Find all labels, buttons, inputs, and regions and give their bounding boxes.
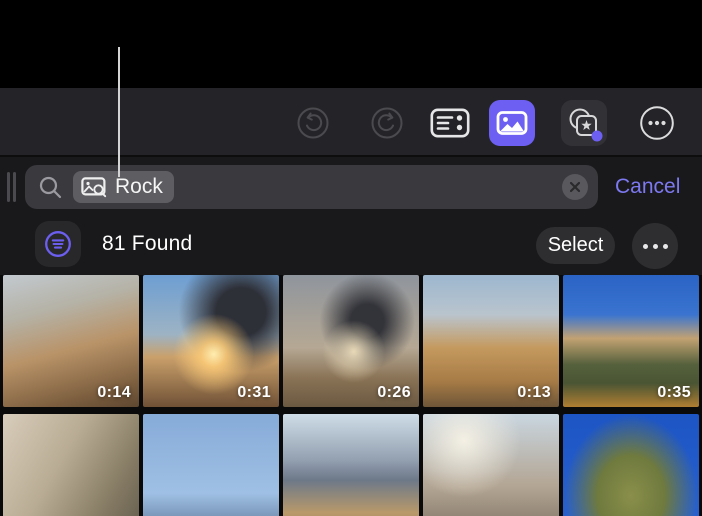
clip-settings-button[interactable] xyxy=(430,108,470,138)
video-thumbnail[interactable]: 0:26 xyxy=(283,275,419,407)
search-token-rock[interactable]: Rock xyxy=(73,171,174,203)
search-panel: Rock Cancel 81 Found Select xyxy=(0,157,702,275)
video-thumbnail[interactable]: 0:14 xyxy=(3,275,139,407)
redo-button[interactable] xyxy=(370,106,404,140)
clear-search-button[interactable] xyxy=(562,174,588,200)
redo-icon xyxy=(370,106,404,140)
thumbnail-grid: 0:14 0:31 0:26 0:13 0:35 xyxy=(0,275,702,516)
filter-button[interactable] xyxy=(35,221,81,267)
video-thumbnail[interactable] xyxy=(283,414,419,516)
video-thumbnail[interactable] xyxy=(423,414,559,516)
undo-button[interactable] xyxy=(296,106,330,140)
clear-x-icon xyxy=(562,174,588,200)
video-thumbnail[interactable]: 0:13 xyxy=(423,275,559,407)
video-thumbnail[interactable] xyxy=(143,414,279,516)
duration-badge: 0:35 xyxy=(657,384,691,401)
video-thumbnail[interactable] xyxy=(3,414,139,516)
duration-badge: 0:13 xyxy=(517,384,551,401)
duration-badge: 0:14 xyxy=(97,384,131,401)
results-more-button[interactable] xyxy=(632,223,678,269)
clip-settings-icon xyxy=(430,108,470,138)
video-thumbnail[interactable]: 0:35 xyxy=(563,275,699,407)
magnifier-icon xyxy=(37,174,64,201)
media-browser-button[interactable] xyxy=(489,100,535,146)
ellipsis-icon xyxy=(642,243,648,249)
more-icon xyxy=(639,105,675,141)
undo-icon xyxy=(296,106,330,140)
cancel-button[interactable]: Cancel xyxy=(611,167,684,207)
drag-handle[interactable] xyxy=(7,172,19,202)
toolbar xyxy=(0,88,702,157)
video-thumbnail[interactable]: 0:31 xyxy=(143,275,279,407)
effects-icon xyxy=(561,100,607,146)
search-token-label: Rock xyxy=(115,175,163,198)
effects-button[interactable] xyxy=(561,100,607,146)
filter-icon xyxy=(43,229,73,259)
media-browser-screen: Rock Cancel 81 Found Select 0:14 0:31 0:… xyxy=(0,0,702,516)
search-field[interactable]: Rock xyxy=(25,165,598,209)
callout-line xyxy=(118,47,120,177)
duration-badge: 0:31 xyxy=(237,384,271,401)
photo-icon xyxy=(489,100,535,146)
more-button[interactable] xyxy=(639,105,675,141)
video-thumbnail[interactable] xyxy=(563,414,699,516)
image-search-icon xyxy=(81,176,108,198)
results-count: 81 Found xyxy=(102,232,193,255)
duration-badge: 0:26 xyxy=(377,384,411,401)
select-button[interactable]: Select xyxy=(536,227,615,264)
